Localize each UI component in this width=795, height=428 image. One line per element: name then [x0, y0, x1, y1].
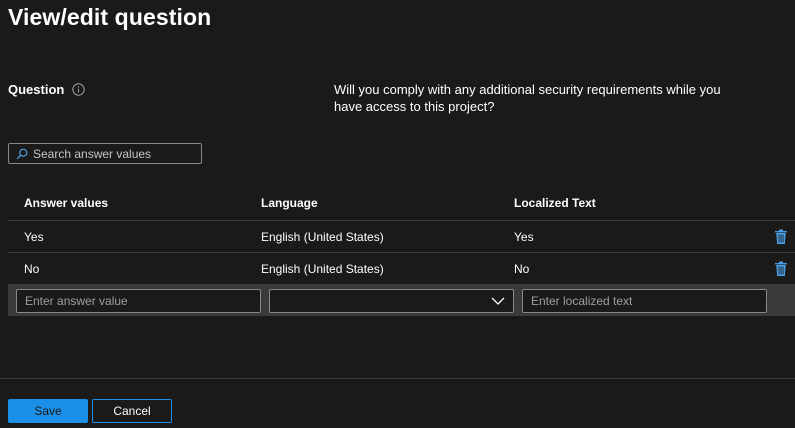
search-icon: [15, 147, 29, 161]
cancel-button[interactable]: Cancel: [92, 399, 172, 423]
chevron-down-icon: [491, 292, 505, 310]
view-edit-question-page: View/edit question Question Will you com…: [0, 0, 795, 428]
table-row[interactable]: No English (United States) No: [8, 253, 795, 285]
question-label: Question: [8, 82, 65, 97]
table-header: Answer values Language Localized Text: [8, 186, 795, 221]
column-header-language[interactable]: Language: [261, 196, 514, 210]
row-actions: [767, 261, 795, 277]
cell-answer-value: No: [24, 261, 40, 276]
info-icon[interactable]: [72, 83, 86, 96]
cell-localized-text: Yes: [514, 229, 534, 244]
new-language-cell: [261, 288, 514, 313]
new-answer-row: [8, 285, 795, 316]
search-box[interactable]: [8, 143, 202, 164]
row-actions: [767, 229, 795, 245]
question-text: Will you comply with any additional secu…: [334, 82, 721, 114]
trash-icon[interactable]: [774, 229, 788, 245]
cell-language: English (United States): [261, 229, 384, 244]
new-localized-cell: [514, 288, 767, 313]
cell-answer-value: Yes: [24, 229, 44, 244]
cell-localized-text: No: [514, 261, 530, 276]
column-header-answer-values[interactable]: Answer values: [8, 196, 261, 210]
new-answer-cell: [8, 288, 261, 313]
footer-divider: [0, 378, 795, 379]
page-title: View/edit question: [8, 4, 212, 30]
table-row[interactable]: Yes English (United States) Yes: [8, 221, 795, 253]
trash-icon[interactable]: [774, 261, 788, 277]
search-input[interactable]: [33, 144, 201, 163]
cell-language: English (United States): [261, 261, 384, 276]
language-dropdown[interactable]: [269, 288, 514, 313]
new-answer-value-input[interactable]: [16, 288, 261, 313]
question-label-group: Question: [8, 82, 86, 97]
answers-table: Answer values Language Localized Text Ye…: [8, 186, 795, 316]
column-header-localized-text[interactable]: Localized Text: [514, 196, 767, 210]
new-localized-text-input[interactable]: [522, 288, 767, 313]
save-button[interactable]: Save: [8, 399, 88, 423]
